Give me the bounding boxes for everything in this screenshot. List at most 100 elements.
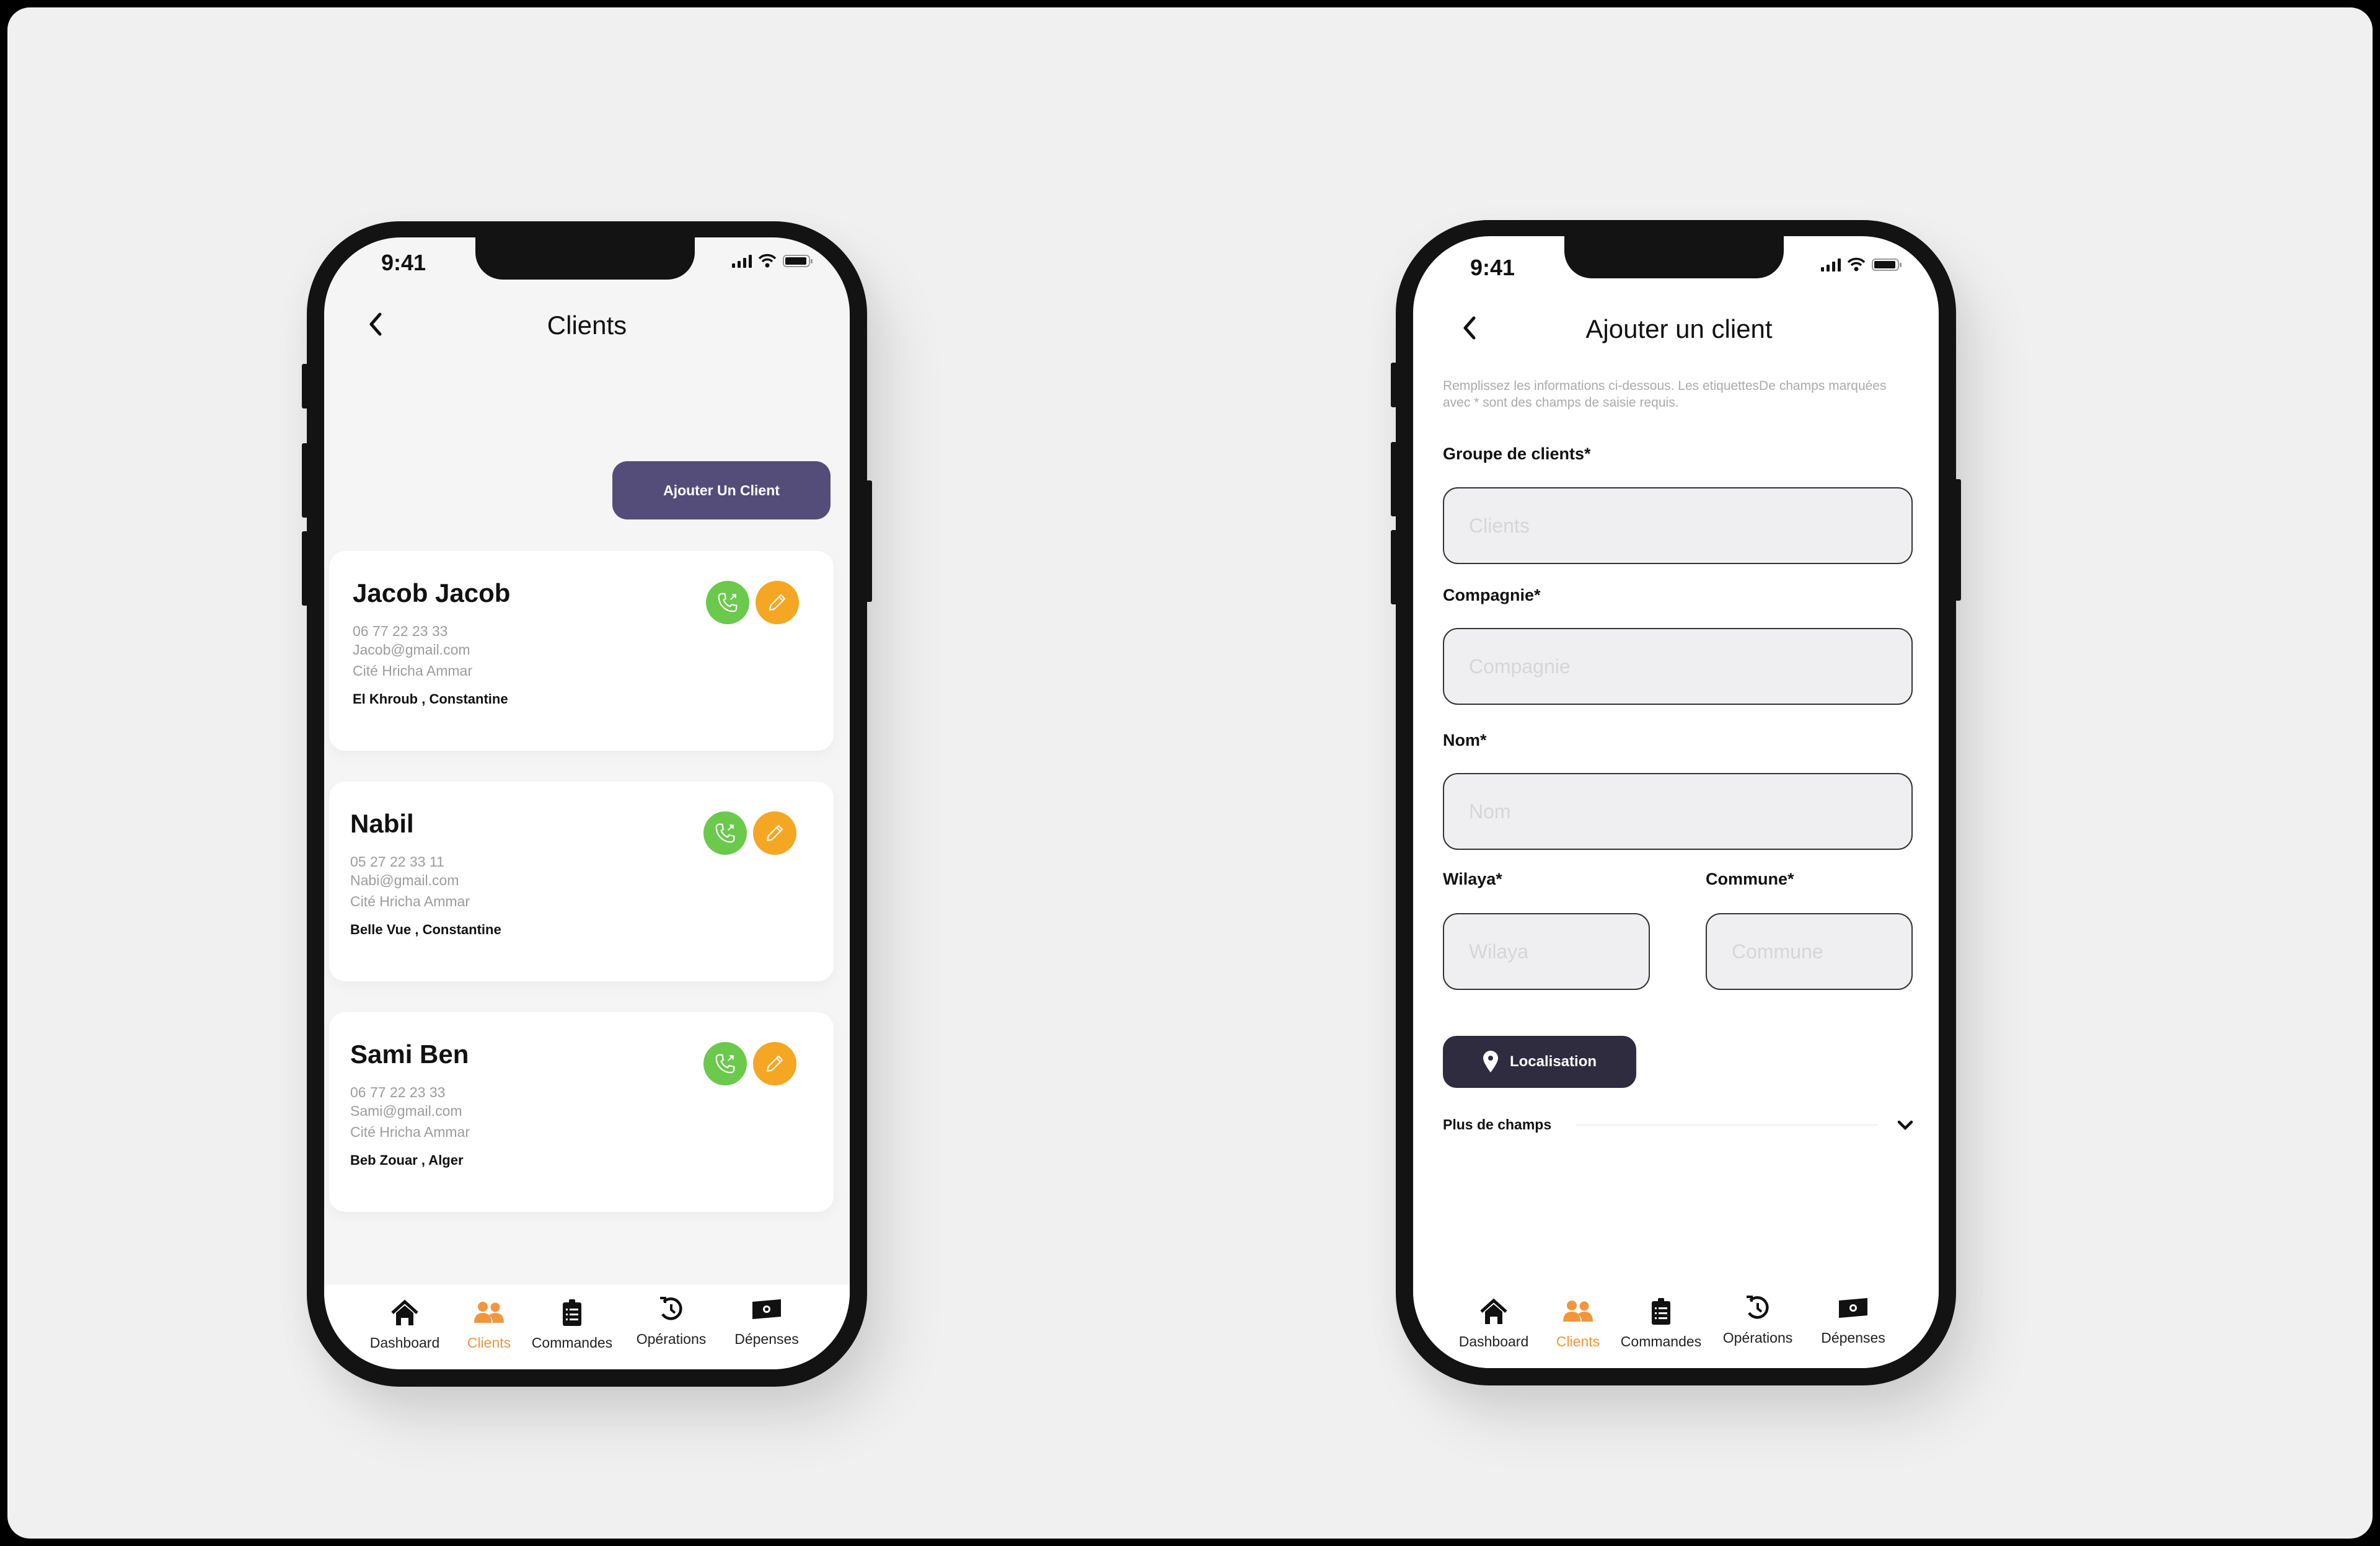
money-icon — [752, 1299, 781, 1319]
users-icon — [474, 1302, 504, 1323]
phone-mute-switch — [1391, 363, 1397, 407]
nav-item-operations[interactable]: Opérations — [628, 1297, 715, 1348]
page-title: Ajouter un client — [1585, 314, 1773, 343]
nav-label: Dépenses — [1821, 1330, 1885, 1346]
client-location: El Khroub , Constantine — [353, 691, 508, 707]
client-name: Jacob Jacob — [353, 578, 511, 607]
status-time: 9:41 — [1470, 255, 1515, 280]
client-group-input[interactable]: Clients — [1443, 487, 1913, 564]
nav-label: Dashboard — [1458, 1333, 1529, 1349]
pencil-icon — [769, 594, 786, 611]
phone-volume-down — [302, 531, 308, 606]
home-icon — [391, 1299, 418, 1325]
history-icon — [1747, 1296, 1769, 1319]
phone-volume-up — [302, 443, 308, 518]
client-card[interactable]: Jacob Jacob 06 77 22 23 33 Jacob@gmail.c… — [329, 551, 834, 751]
pencil-icon — [766, 824, 783, 842]
client-card[interactable]: Nabil 05 27 22 33 11 Nabi@gmail.com Cité… — [329, 782, 834, 981]
more-fields-label: Plus de champs — [1443, 1116, 1552, 1133]
commune-label: Commune* — [1706, 870, 1794, 888]
bottom-nav: Dashboard Clients Commandes Opérations D… — [324, 1285, 850, 1369]
company-input[interactable]: Compagnie — [1443, 628, 1913, 705]
client-phone: 06 77 22 23 33 — [350, 1084, 446, 1100]
group-label: Groupe de clients* — [1443, 444, 1591, 463]
phone-call-icon — [715, 823, 735, 843]
edit-button[interactable] — [753, 1042, 796, 1085]
wifi-icon — [758, 254, 777, 268]
history-icon — [660, 1297, 682, 1320]
battery-icon — [783, 255, 813, 267]
nav-item-dashboard[interactable]: Dashboard — [361, 1297, 448, 1351]
nav-item-depenses[interactable]: Dépenses — [1810, 1296, 1897, 1346]
clipboard-icon — [1652, 1298, 1670, 1325]
signal-icon — [1821, 258, 1841, 272]
client-phone: 05 27 22 33 11 — [350, 854, 444, 870]
client-email: Jacob@gmail.com — [353, 642, 470, 658]
status-icons — [732, 254, 813, 268]
phone-add-client: 9:41 Ajouter un client Remplissez les in… — [1391, 220, 1961, 1385]
divider — [1576, 1124, 1878, 1126]
phone-call-icon — [715, 1054, 735, 1074]
chevron-down-icon — [1897, 1120, 1913, 1130]
form-instructions: Remplissez les informations ci-dessous. … — [1443, 379, 1887, 410]
nav-label: Dépenses — [734, 1331, 799, 1347]
call-button[interactable] — [703, 1042, 747, 1085]
nav-item-commandes[interactable]: Commandes — [1618, 1296, 1704, 1350]
phone-power-button — [1955, 479, 1961, 601]
nav-item-depenses[interactable]: Dépenses — [723, 1297, 810, 1348]
client-name: Sami Ben — [350, 1040, 469, 1069]
nav-label: Dashboard — [369, 1335, 440, 1351]
client-phone: 06 77 22 23 33 — [353, 623, 448, 639]
client-card[interactable]: Sami Ben 06 77 22 23 33 Sami@gmail.com C… — [329, 1012, 834, 1212]
edit-button[interactable] — [753, 811, 796, 855]
edit-button[interactable] — [756, 581, 799, 624]
notch — [475, 237, 695, 280]
phone-clients-list: 9:41 Clients Ajouter Un Client Jacob Jac… — [302, 221, 872, 1387]
nav-label: Commandes — [531, 1335, 613, 1351]
phone-power-button — [866, 480, 872, 602]
battery-icon — [1872, 258, 1902, 271]
call-button[interactable] — [703, 811, 747, 855]
clipboard-icon — [563, 1299, 581, 1326]
nav-label: Commandes — [1620, 1333, 1702, 1349]
users-icon — [1563, 1301, 1593, 1322]
localisation-button[interactable]: Localisation — [1443, 1036, 1636, 1088]
name-label: Nom* — [1443, 731, 1487, 749]
client-location: Beb Zouar , Alger — [350, 1152, 464, 1168]
nav-label: Opérations — [1722, 1330, 1793, 1346]
nav-label: Opérations — [636, 1331, 707, 1347]
canvas-background: 9:41 Clients Ajouter Un Client Jacob Jac… — [7, 7, 2373, 1539]
nav-label: Clients — [467, 1335, 511, 1351]
client-email: Nabi@gmail.com — [350, 872, 459, 888]
client-location: Belle Vue , Constantine — [350, 922, 501, 937]
commune-input[interactable]: Commune — [1706, 913, 1913, 990]
phone-mute-switch — [302, 364, 308, 409]
name-input[interactable]: Nom — [1443, 773, 1913, 850]
call-button[interactable] — [706, 581, 749, 624]
nav-item-operations[interactable]: Opérations — [1714, 1296, 1801, 1346]
add-client-screen: 9:41 Ajouter un client Remplissez les in… — [1413, 236, 1939, 1368]
status-time: 9:41 — [381, 250, 426, 275]
signal-icon — [732, 254, 752, 268]
wilaya-label: Wilaya* — [1443, 870, 1502, 888]
client-address: Cité Hricha Ammar — [350, 893, 470, 909]
nav-item-clients[interactable]: Clients — [446, 1297, 532, 1351]
status-icons — [1821, 257, 1902, 272]
page-title: Clients — [547, 311, 627, 340]
wilaya-input[interactable]: Wilaya — [1443, 913, 1650, 990]
home-icon — [1480, 1298, 1507, 1324]
clients-screen: 9:41 Clients Ajouter Un Client Jacob Jac… — [324, 237, 850, 1369]
nav-item-clients[interactable]: Clients — [1535, 1296, 1621, 1350]
client-email: Sami@gmail.com — [350, 1103, 462, 1119]
bottom-nav: Dashboard Clients Commandes Opérations D… — [1413, 1284, 1939, 1368]
phone-volume-up — [1391, 442, 1397, 516]
map-pin-icon — [1483, 1051, 1498, 1072]
phone-call-icon — [718, 593, 738, 612]
nav-item-dashboard[interactable]: Dashboard — [1450, 1296, 1537, 1350]
more-fields-toggle[interactable]: Plus de champs — [1443, 1116, 1914, 1133]
localisation-label: Localisation — [1509, 1053, 1597, 1070]
client-address: Cité Hricha Ammar — [353, 663, 472, 679]
add-client-button[interactable]: Ajouter Un Client — [612, 461, 831, 519]
money-icon — [1839, 1298, 1867, 1318]
nav-item-commandes[interactable]: Commandes — [529, 1297, 615, 1351]
